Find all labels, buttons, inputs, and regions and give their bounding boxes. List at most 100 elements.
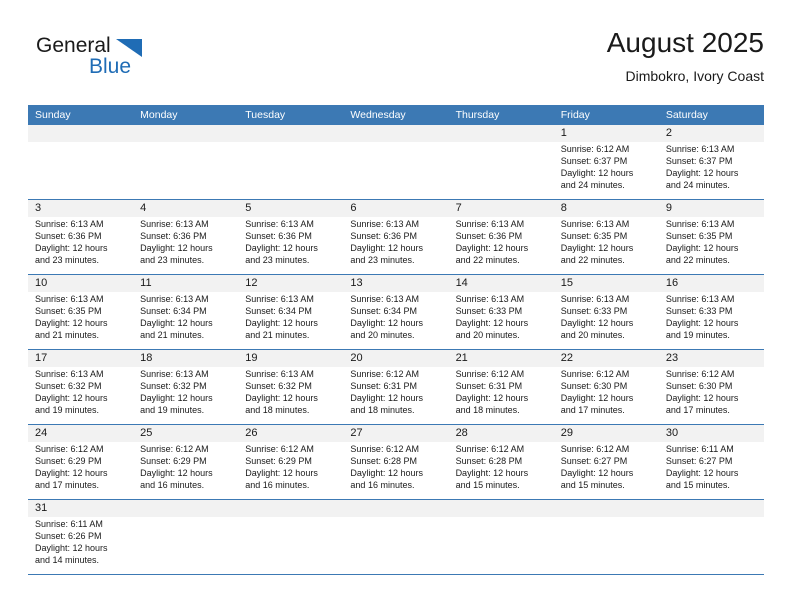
day-detail-line: Sunset: 6:36 PM <box>245 231 312 242</box>
weekday-header-thursday: Thursday <box>455 109 500 121</box>
day-number: 22 <box>560 352 573 364</box>
day-detail-line: and 19 minutes. <box>140 405 205 416</box>
day-number: 7 <box>455 202 462 214</box>
day-number: 10 <box>35 277 48 289</box>
day-cell-empty <box>659 500 764 574</box>
day-details: Sunrise: 6:12 AM Sunset: 6:29 PM Daylight:… <box>140 443 231 491</box>
day-cell-31[interactable]: 31 Sunrise: 6:11 AM Sunset: 6:26 PM Dayligh… <box>28 500 133 574</box>
day-cell-empty <box>133 500 238 574</box>
day-detail-line: Sunset: 6:36 PM <box>35 231 102 242</box>
day-number: 14 <box>455 277 468 289</box>
day-cell-20[interactable]: 20 Sunrise: 6:12 AM Sunset: 6:31 PM Dayligh… <box>343 350 448 424</box>
day-detail-line: Daylight: 12 hours <box>140 393 213 404</box>
day-detail-line: Sunset: 6:34 PM <box>350 306 417 317</box>
day-cell-13[interactable]: 13 Sunrise: 6:13 AM Sunset: 6:34 PM Dayligh… <box>343 275 448 349</box>
week-row: 31 Sunrise: 6:11 AM Sunset: 6:26 PM Dayligh… <box>28 500 764 575</box>
day-detail-line: Sunset: 6:27 PM <box>665 456 733 467</box>
day-cell-5[interactable]: 5 Sunrise: 6:13 AM Sunset: 6:36 PM Daylight… <box>238 200 343 274</box>
day-detail-line: and 19 minutes. <box>665 330 730 341</box>
day-cell-16[interactable]: 16 Sunrise: 6:13 AM Sunset: 6:33 PM Dayligh… <box>659 275 764 349</box>
day-detail-line: Sunset: 6:27 PM <box>560 456 628 467</box>
day-detail-line: and 20 minutes. <box>455 330 520 341</box>
day-cell-27[interactable]: 27 Sunrise: 6:12 AM Sunset: 6:28 PM Dayligh… <box>343 425 448 499</box>
day-cell-10[interactable]: 10 Sunrise: 6:13 AM Sunset: 6:35 PM Dayligh… <box>28 275 133 349</box>
general-blue-logo[interactable]: General Blue <box>36 34 216 86</box>
day-number: 5 <box>245 202 252 214</box>
day-cell-9[interactable]: 9 Sunrise: 6:13 AM Sunset: 6:35 PM Daylight… <box>659 200 764 274</box>
day-details: Sunrise: 6:13 AM Sunset: 6:35 PM Daylight:… <box>666 218 757 266</box>
day-number: 25 <box>140 427 153 439</box>
day-detail-line: Sunrise: 6:11 AM <box>35 519 103 529</box>
day-detail-line: Sunset: 6:33 PM <box>455 306 523 317</box>
day-number: 6 <box>350 202 357 214</box>
day-detail-line: and 15 minutes. <box>665 480 730 491</box>
day-detail-line: Sunrise: 6:13 AM <box>665 294 735 304</box>
day-cell-28[interactable]: 28 Sunrise: 6:12 AM Sunset: 6:28 PM Dayligh… <box>449 425 554 499</box>
logo-text-blue: Blue <box>89 55 132 78</box>
day-cell-22[interactable]: 22 Sunrise: 6:12 AM Sunset: 6:30 PM Dayligh… <box>554 350 659 424</box>
day-number <box>140 125 231 142</box>
day-cell-24[interactable]: 24 Sunrise: 6:12 AM Sunset: 6:29 PM Dayligh… <box>28 425 133 499</box>
day-details: Sunrise: 6:13 AM Sunset: 6:34 PM Daylight:… <box>140 293 231 341</box>
day-cell-18[interactable]: 18 Sunrise: 6:13 AM Sunset: 6:32 PM Dayligh… <box>133 350 238 424</box>
day-cell-29[interactable]: 29 Sunrise: 6:12 AM Sunset: 6:27 PM Dayligh… <box>554 425 659 499</box>
day-number: 4 <box>140 202 147 214</box>
day-number: 18 <box>140 352 153 364</box>
day-detail-line: and 20 minutes. <box>350 330 415 341</box>
day-cell-21[interactable]: 21 Sunrise: 6:12 AM Sunset: 6:31 PM Dayligh… <box>449 350 554 424</box>
day-cell-17[interactable]: 17 Sunrise: 6:13 AM Sunset: 6:32 PM Dayligh… <box>28 350 133 424</box>
day-cell-15[interactable]: 15 Sunrise: 6:13 AM Sunset: 6:33 PM Dayligh… <box>554 275 659 349</box>
day-cell-empty <box>28 125 133 199</box>
day-number: 9 <box>665 202 672 214</box>
day-cell-23[interactable]: 23 Sunrise: 6:12 AM Sunset: 6:30 PM Dayligh… <box>659 350 764 424</box>
day-detail-line: Daylight: 12 hours <box>35 393 108 404</box>
day-detail-line: and 24 minutes. <box>560 180 625 191</box>
day-cell-6[interactable]: 6 Sunrise: 6:13 AM Sunset: 6:36 PM Daylight… <box>343 200 448 274</box>
day-detail-line: Sunrise: 6:13 AM <box>455 219 525 229</box>
day-cell-empty <box>554 500 659 574</box>
day-detail-line: and 15 minutes. <box>455 480 520 491</box>
day-number: 13 <box>350 277 363 289</box>
day-details: Sunrise: 6:13 AM Sunset: 6:36 PM Daylight:… <box>350 218 441 266</box>
day-detail-line: Sunrise: 6:13 AM <box>560 219 630 229</box>
day-cell-1[interactable]: 1 Sunrise: 6:12 AM Sunset: 6:37 PM Daylight… <box>554 125 659 199</box>
day-number <box>140 500 231 517</box>
day-cell-19[interactable]: 19 Sunrise: 6:13 AM Sunset: 6:32 PM Dayligh… <box>238 350 343 424</box>
day-detail-line: Sunrise: 6:12 AM <box>560 144 630 154</box>
day-detail-line: and 19 minutes. <box>35 405 100 416</box>
day-detail-line: Sunrise: 6:13 AM <box>245 369 314 379</box>
day-detail-line: and 21 minutes. <box>35 330 100 341</box>
day-detail-line: Daylight: 12 hours <box>35 318 108 329</box>
day-cell-empty <box>238 500 343 574</box>
weekday-header-row: Sunday Monday Tuesday Wednesday Thursday Frid… <box>28 105 764 125</box>
day-number <box>35 125 126 142</box>
day-cell-7[interactable]: 7 Sunrise: 6:13 AM Sunset: 6:36 PM Daylight… <box>449 200 554 274</box>
day-details: Sunrise: 6:13 AM Sunset: 6:34 PM Daylight:… <box>245 293 336 341</box>
day-detail-line: and 23 minutes. <box>140 255 205 266</box>
day-detail-line: and 17 minutes. <box>35 480 100 491</box>
day-number: 30 <box>665 427 679 439</box>
day-cell-30[interactable]: 30 Sunrise: 6:11 AM Sunset: 6:27 PM Dayligh… <box>659 425 764 499</box>
day-details: Sunrise: 6:13 AM Sunset: 6:36 PM Daylight:… <box>456 218 547 266</box>
day-number <box>561 500 652 517</box>
day-cell-14[interactable]: 14 Sunrise: 6:13 AM Sunset: 6:33 PM Dayligh… <box>449 275 554 349</box>
day-number <box>666 500 757 517</box>
day-details: Sunrise: 6:12 AM Sunset: 6:31 PM Daylight:… <box>350 368 441 416</box>
day-detail-line: Daylight: 12 hours <box>350 468 423 479</box>
day-cell-12[interactable]: 12 Sunrise: 6:13 AM Sunset: 6:34 PM Dayligh… <box>238 275 343 349</box>
day-detail-line: and 21 minutes. <box>140 330 205 341</box>
day-cell-3[interactable]: 3 Sunrise: 6:13 AM Sunset: 6:36 PM Daylight… <box>28 200 133 274</box>
day-cell-2[interactable]: 2 Sunrise: 6:13 AM Sunset: 6:37 PM Daylight… <box>659 125 764 199</box>
day-detail-line: Sunset: 6:35 PM <box>665 231 733 242</box>
day-detail-line: and 17 minutes. <box>665 405 730 416</box>
day-cell-25[interactable]: 25 Sunrise: 6:12 AM Sunset: 6:29 PM Dayligh… <box>133 425 238 499</box>
day-cell-26[interactable]: 26 Sunrise: 6:12 AM Sunset: 6:29 PM Dayligh… <box>238 425 343 499</box>
day-detail-line: Daylight: 12 hours <box>245 243 318 254</box>
day-details: Sunrise: 6:12 AM Sunset: 6:27 PM Daylight:… <box>561 443 652 491</box>
day-detail-line: Sunset: 6:31 PM <box>350 381 417 392</box>
day-cell-11[interactable]: 11 Sunrise: 6:13 AM Sunset: 6:34 PM Dayligh… <box>133 275 238 349</box>
day-detail-line: Daylight: 12 hours <box>35 243 108 254</box>
day-cell-4[interactable]: 4 Sunrise: 6:13 AM Sunset: 6:36 PM Daylight… <box>133 200 238 274</box>
day-cell-8[interactable]: 8 Sunrise: 6:13 AM Sunset: 6:35 PM Daylight… <box>554 200 659 274</box>
day-details: Sunrise: 6:12 AM Sunset: 6:28 PM Daylight:… <box>350 443 441 491</box>
